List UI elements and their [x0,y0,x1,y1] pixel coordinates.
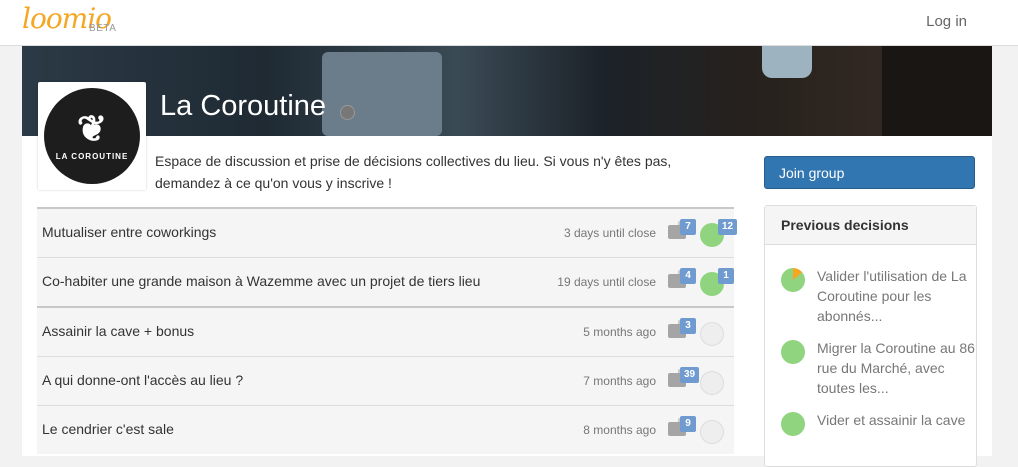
group-page: ❦ LA COROUTINE La Coroutine Espace de di… [22,46,992,467]
discussion-title[interactable]: Le cendrier c'est sale [42,421,174,437]
discussion-time: 3 days until close [563,226,656,240]
comment-count-badge: 7 [680,219,696,235]
login-link[interactable]: Log in [926,13,967,30]
group-logo-mark: ❦ [76,108,108,150]
previous-decision-item[interactable]: Valider l'utilisation de La Coroutine po… [781,266,971,328]
discussion-title[interactable]: A qui donne-ont l'accès au lieu ? [42,372,243,388]
discussion-time: 8 months ago [583,423,656,437]
previous-decision-item[interactable]: Migrer la Coroutine au 86 rue du Marché,… [781,338,975,400]
discussion-row[interactable]: Assainir la cave + bonus 5 months ago 3 [37,306,734,356]
comment-count-badge: 4 [680,268,696,284]
discussion-title[interactable]: Assainir la cave + bonus [42,323,194,339]
group-description: Espace de discussion et prise de décisio… [155,153,672,191]
cover-shadow-shape [882,46,992,136]
discussion-time: 7 months ago [583,374,656,388]
closed-pie-icon [700,420,724,444]
comment-count-badge: 39 [680,367,700,383]
comment-count-badge: 3 [680,318,696,334]
previous-decisions-header: Previous decisions [765,206,976,245]
comment-count-badge: 9 [680,416,696,432]
vote-count-badge: 12 [718,219,738,235]
discussion-row[interactable]: Co-habiter une grande maison à Wazemme a… [37,257,734,306]
discussion-time: 19 days until close [557,275,656,289]
previous-decision-item[interactable]: Vider et assainir la cave [781,410,971,454]
group-logo: ❦ LA COROUTINE [38,82,146,190]
previous-decision-text[interactable]: Valider l'utilisation de La Coroutine po… [817,266,977,326]
cover-glass-shape [762,46,812,78]
vote-count-badge: 1 [718,268,734,284]
closed-pie-icon [700,322,724,346]
discussion-row[interactable]: Mutualiser entre coworkings 3 days until… [37,207,738,257]
cover-laptop-shape [322,52,442,136]
discussion-title[interactable]: Mutualiser entre coworkings [42,224,216,240]
group-logo-circle: ❦ LA COROUTINE [44,88,140,184]
decision-pie-icon [781,412,805,436]
discussion-row[interactable]: Le cendrier c'est sale 8 months ago 9 [37,405,734,454]
previous-decision-text[interactable]: Vider et assainir la cave [817,410,977,430]
join-group-button[interactable]: Join group [764,156,975,189]
discussion-time: 5 months ago [583,325,656,339]
globe-icon [340,105,355,120]
beta-label: BETA [89,23,117,34]
previous-decisions-panel: Previous decisions Valider l'utilisation… [764,205,977,467]
decision-pie-icon [781,340,805,364]
closed-pie-icon [700,371,724,395]
discussion-title[interactable]: Co-habiter une grande maison à Wazemme a… [42,273,480,289]
decision-pie-icon [781,268,805,292]
top-navbar: loomio BETA Log in [0,0,1018,46]
previous-decision-text[interactable]: Migrer la Coroutine au 86 rue du Marché,… [817,338,977,398]
discussion-list: Mutualiser entre coworkings 3 days until… [37,207,738,454]
discussion-row[interactable]: A qui donne-ont l'accès au lieu ? 7 mont… [37,356,734,405]
group-name: La Coroutine [160,90,327,122]
group-logo-label: LA COROUTINE [55,152,129,161]
